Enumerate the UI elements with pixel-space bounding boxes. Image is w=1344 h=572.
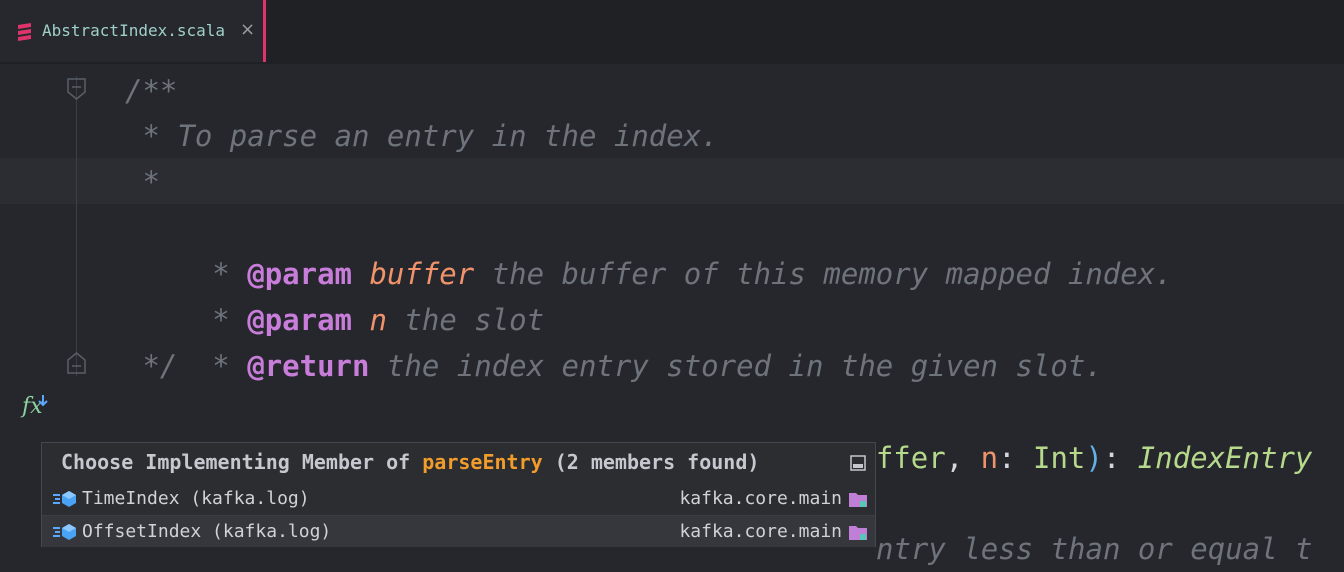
open-in-window-icon[interactable] — [850, 455, 866, 471]
doc-text: the index entry stored in the given slot… — [369, 349, 1103, 383]
popup-title-highlight: parseEntry — [422, 450, 543, 474]
tab-abstractindex-scala[interactable]: AbstractIndex.scala × — [0, 0, 266, 62]
editor-tab-bar: AbstractIndex.scala × — [0, 0, 1344, 64]
obscured-code-text: ntry less than or equal t — [876, 532, 1313, 566]
code-line-6: * @return the index entry stored in the … — [125, 297, 1102, 383]
caret-row-highlight — [0, 158, 1344, 204]
module-folder-icon — [849, 526, 867, 540]
module-folder-icon — [849, 493, 867, 507]
implementation-class-icon — [53, 491, 76, 507]
list-item-module: kafka.core.main — [679, 488, 842, 509]
choose-implementation-popup: Choose Implementing Member of parseEntry… — [41, 442, 876, 547]
list-item-selected[interactable]: OffsetIndex (kafka.log) kafka.core.main — [42, 516, 875, 547]
list-item-module: kafka.core.main — [679, 521, 842, 542]
popup-title-prefix: Choose Implementing Member of — [61, 450, 423, 474]
code-line-1: /** — [125, 74, 178, 108]
code-line-2: * To parse an entry in the index. — [125, 119, 719, 153]
type-int: Int — [1033, 441, 1086, 475]
fold-guide — [76, 76, 77, 376]
param-n: n — [980, 441, 999, 475]
list-item-label: OffsetIndex (kafka.log) — [82, 521, 332, 542]
colon: : — [1102, 441, 1138, 475]
doc-text: the buffer of this memory mapped index. — [474, 257, 1173, 291]
scala-file-icon — [18, 23, 31, 41]
comma: , — [945, 441, 981, 475]
code-line-7: */ — [125, 349, 178, 383]
code-line-8: protected def parseEntry(buffer: ByteBuf… — [125, 389, 1313, 475]
popup-header: Choose Implementing Member of parseEntry… — [42, 443, 875, 483]
fold-open-icon[interactable] — [67, 78, 86, 100]
list-item-label: TimeIndex (kafka.log) — [82, 488, 310, 509]
doc-tag-return: @return — [247, 349, 370, 383]
colon: : — [998, 441, 1033, 475]
close-icon[interactable]: × — [240, 19, 255, 40]
paren-close: ) — [1085, 441, 1103, 475]
tab-label: AbstractIndex.scala — [42, 21, 226, 40]
arrow-down-icon — [38, 395, 48, 407]
popup-title: Choose Implementing Member of parseEntry… — [61, 450, 759, 474]
code-line-3: * — [125, 165, 160, 199]
fold-close-icon[interactable] — [67, 352, 86, 374]
popup-title-suffix: (2 members found) — [542, 450, 760, 474]
code-line-5: * @param n the slot — [125, 251, 544, 337]
list-item[interactable]: TimeIndex (kafka.log) kafka.core.main — [42, 483, 875, 515]
doc-prefix: * — [194, 349, 248, 383]
return-type: IndexEntry — [1137, 441, 1313, 475]
implementation-class-icon — [53, 524, 76, 540]
code-line-4: * @param buffer the buffer of this memor… — [125, 205, 1172, 291]
